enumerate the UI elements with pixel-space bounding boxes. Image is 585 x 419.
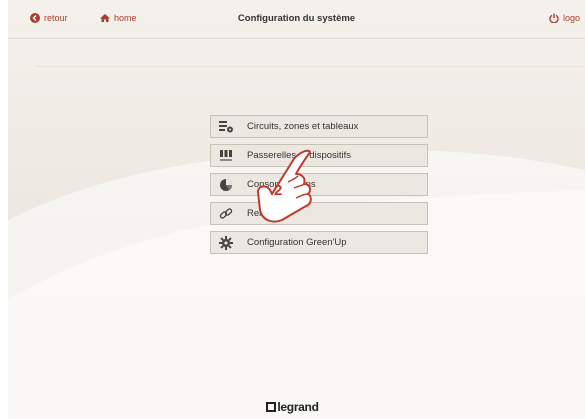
menu-item-label: Circuits, zones et tableaux <box>247 121 359 132</box>
logout-button[interactable]: logo <box>549 13 580 23</box>
consumption-pie-icon <box>211 178 241 192</box>
brand-name: legrand <box>277 400 319 414</box>
circuit-board-icon <box>211 120 241 134</box>
step-number-badge: 2 <box>274 182 283 199</box>
menu-item-circuits[interactable]: Circuits, zones et tableaux <box>210 115 428 138</box>
menu-item-greenup[interactable]: Configuration Green'Up <box>210 231 428 254</box>
legrand-logo-square <box>266 402 277 412</box>
link-icon <box>211 207 241 221</box>
power-icon <box>549 13 559 23</box>
gear-icon <box>211 235 241 250</box>
top-bar: retour home Configuration du système log… <box>8 0 585 39</box>
page-title: Configuration du système <box>237 13 356 24</box>
menu-item-label: Configuration Green'Up <box>247 237 347 248</box>
brand-footer: legrand <box>0 400 585 414</box>
divider <box>35 66 585 67</box>
tutorial-pointer-overlay: 2 <box>252 148 322 228</box>
logout-label: logo <box>563 13 581 23</box>
gateway-devices-icon <box>211 149 241 163</box>
hand-pointer-icon <box>257 149 312 223</box>
